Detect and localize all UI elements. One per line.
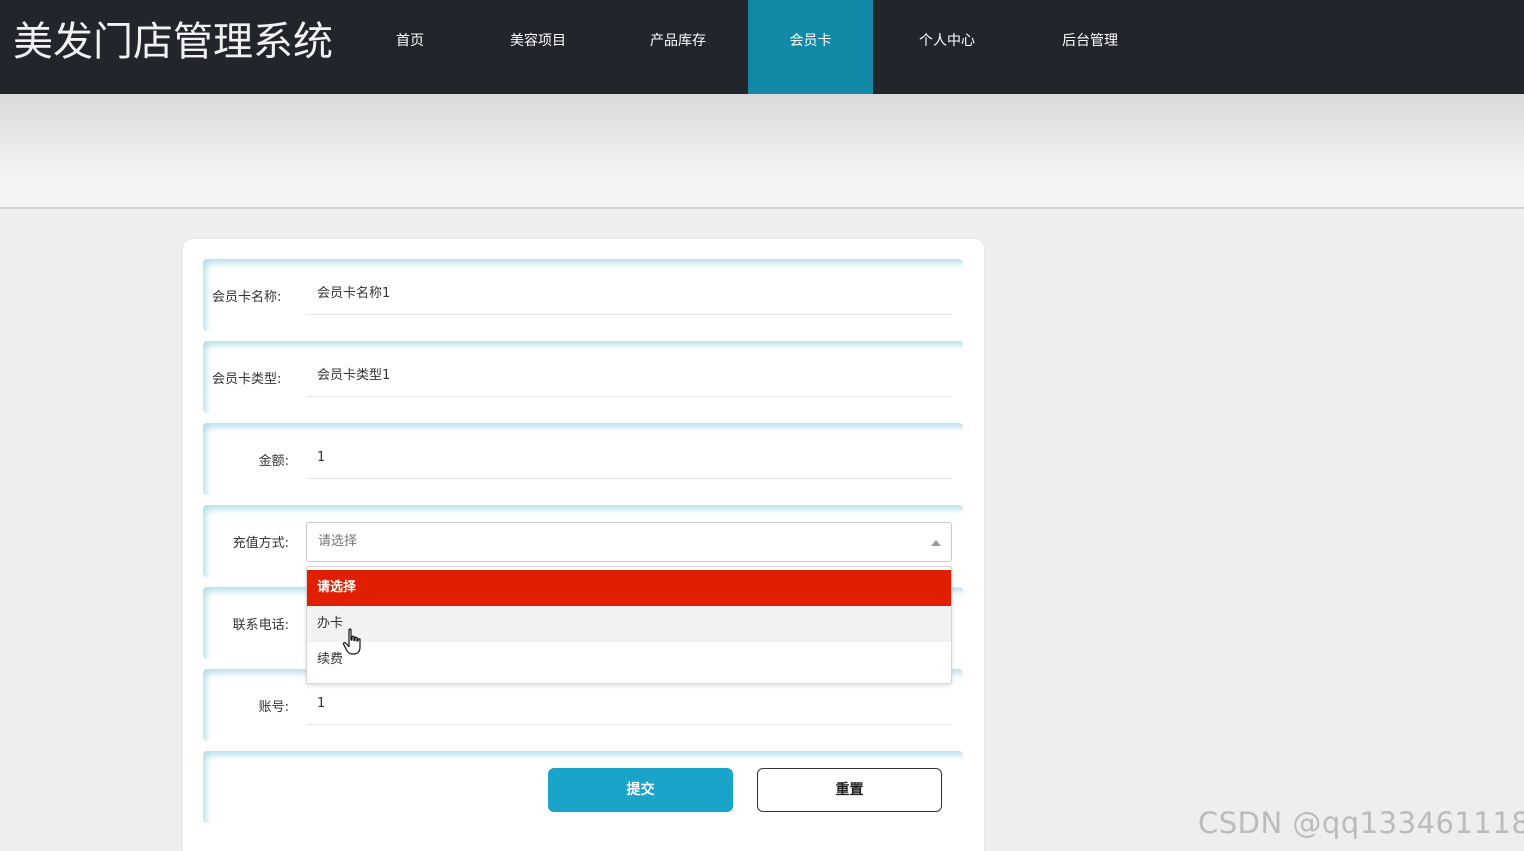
nav-item-member-card[interactable]: 会员卡 [748, 0, 873, 94]
card-type-label: 会员卡类型: [212, 372, 282, 387]
recharge-method-dropdown: 请选择 办卡 续费 [306, 566, 952, 684]
dropdown-option-please-select[interactable]: 请选择 [307, 570, 951, 606]
nav-item-home[interactable]: 首页 [368, 0, 452, 94]
submit-button[interactable]: 提交 [548, 768, 733, 812]
reset-button[interactable]: 重置 [757, 768, 942, 812]
nav-item-personal-center[interactable]: 个人中心 [902, 0, 992, 94]
app-title: 美发门店管理系统 [13, 19, 333, 65]
card-name-label: 会员卡名称: [212, 290, 282, 305]
nav-item-product-inventory[interactable]: 产品库存 [633, 0, 723, 94]
card-name-input[interactable]: 会员卡名称1 [306, 273, 952, 315]
nav-item-beauty-projects[interactable]: 美容项目 [493, 0, 583, 94]
account-label: 账号: [258, 700, 289, 715]
recharge-method-select[interactable]: 请选择 [306, 522, 952, 562]
recharge-method-label: 充值方式: [232, 536, 289, 551]
nav-item-backend-admin[interactable]: 后台管理 [1045, 0, 1135, 94]
amount-input[interactable]: 1 [306, 437, 952, 479]
watermark: CSDN @qq1334611189 [1198, 806, 1524, 840]
dropdown-option-new-card[interactable]: 办卡 [307, 606, 951, 642]
hand-pointer-icon [342, 628, 361, 655]
amount-label: 金额: [258, 454, 289, 469]
card-type-input[interactable]: 会员卡类型1 [306, 355, 952, 397]
form-row-card-name: 会员卡名称: 会员卡名称1 [203, 259, 963, 331]
recharge-method-placeholder: 请选择 [318, 534, 358, 549]
top-nav-bar: 美发门店管理系统 首页 美容项目 产品库存 会员卡 个人中心 后台管理 [0, 0, 1524, 94]
form-row-amount: 金额: 1 [203, 423, 963, 495]
dropdown-option-renew[interactable]: 续费 [307, 642, 951, 678]
form-row-card-type: 会员卡类型: 会员卡类型1 [203, 341, 963, 413]
account-input[interactable]: 1 [306, 683, 952, 725]
banner-band [0, 94, 1524, 209]
phone-label: 联系电话: [232, 618, 289, 633]
main-nav: 首页 美容项目 产品库存 会员卡 个人中心 后台管理 [350, 0, 1170, 94]
chevron-up-icon [931, 540, 941, 546]
